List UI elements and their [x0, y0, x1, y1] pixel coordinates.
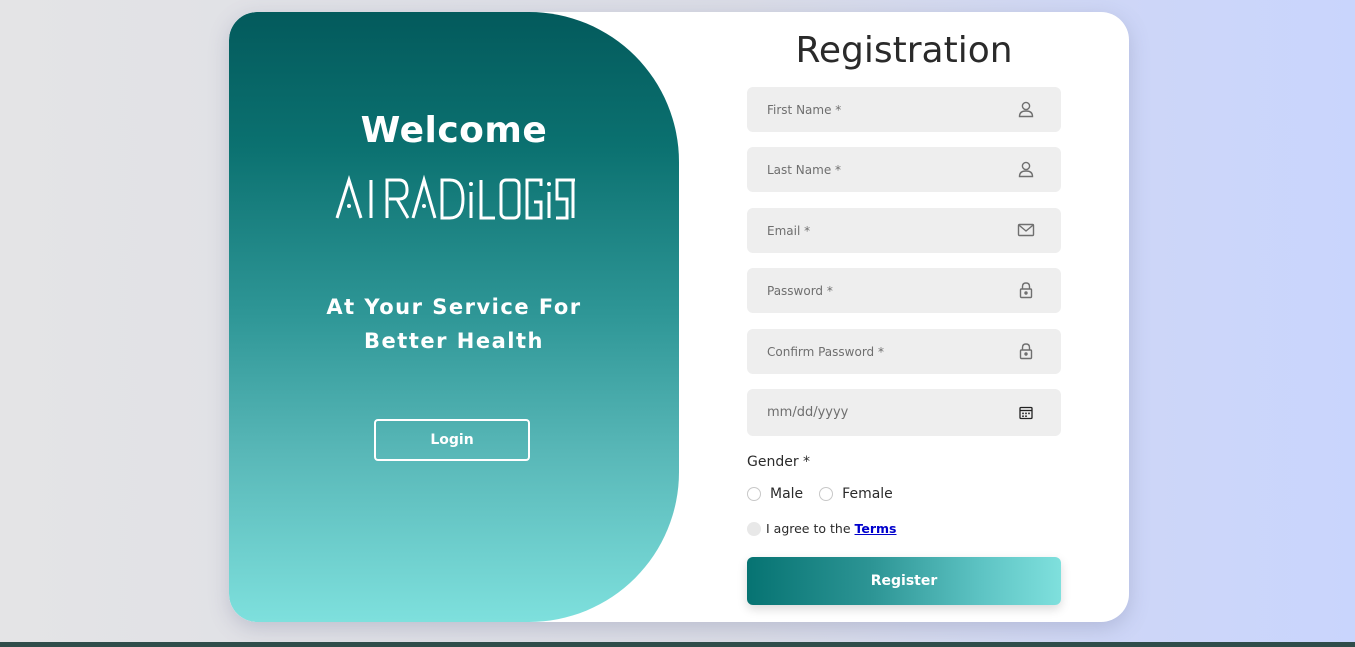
gender-options: Male Female	[747, 486, 909, 502]
email-field[interactable]	[747, 208, 1061, 253]
registration-card: Welcome At Your Service For Better Healt…	[229, 12, 1129, 622]
welcome-heading: Welcome	[360, 110, 548, 151]
birthdate-input[interactable]	[747, 389, 997, 436]
form-title: Registration	[795, 30, 1013, 71]
female-label[interactable]: Female	[842, 486, 893, 502]
lock-icon	[1017, 342, 1035, 360]
terms-checkbox[interactable]	[747, 521, 761, 536]
first-name-input[interactable]	[747, 87, 997, 132]
terms-link[interactable]: Terms	[855, 521, 897, 536]
confirm-password-input[interactable]	[747, 329, 997, 374]
last-name-field[interactable]	[747, 147, 1061, 192]
male-label[interactable]: Male	[770, 486, 803, 502]
tagline-line-1: At Your Service For	[326, 295, 582, 319]
female-radio[interactable]	[819, 487, 834, 501]
register-button[interactable]: Register	[747, 557, 1061, 605]
registration-form: Registration First Name * Last Name * Em…	[747, 12, 1061, 622]
mail-icon	[1017, 221, 1035, 239]
user-icon	[1017, 160, 1035, 178]
tagline-line-2: Better Health	[364, 329, 544, 353]
taskbar-edge	[0, 642, 1355, 647]
calendar-icon[interactable]	[1017, 404, 1035, 422]
email-input[interactable]	[747, 208, 997, 253]
birthdate-field[interactable]	[747, 389, 1061, 436]
first-name-field[interactable]	[747, 87, 1061, 132]
lock-icon	[1017, 281, 1035, 299]
male-radio[interactable]	[747, 487, 761, 501]
welcome-panel: Welcome At Your Service For Better Healt…	[229, 12, 679, 622]
terms-row: I agree to the Terms	[747, 521, 897, 536]
gender-label: Gender *	[747, 454, 811, 470]
brand-logo	[335, 174, 575, 222]
tagline: At Your Service For Better Health	[229, 290, 679, 358]
login-button[interactable]: Login	[374, 419, 530, 461]
user-icon	[1017, 100, 1035, 118]
confirm-password-field[interactable]	[747, 329, 1061, 374]
password-field[interactable]	[747, 268, 1061, 313]
terms-prefix: I agree to the	[766, 521, 851, 536]
last-name-input[interactable]	[747, 147, 997, 192]
password-input[interactable]	[747, 268, 997, 313]
